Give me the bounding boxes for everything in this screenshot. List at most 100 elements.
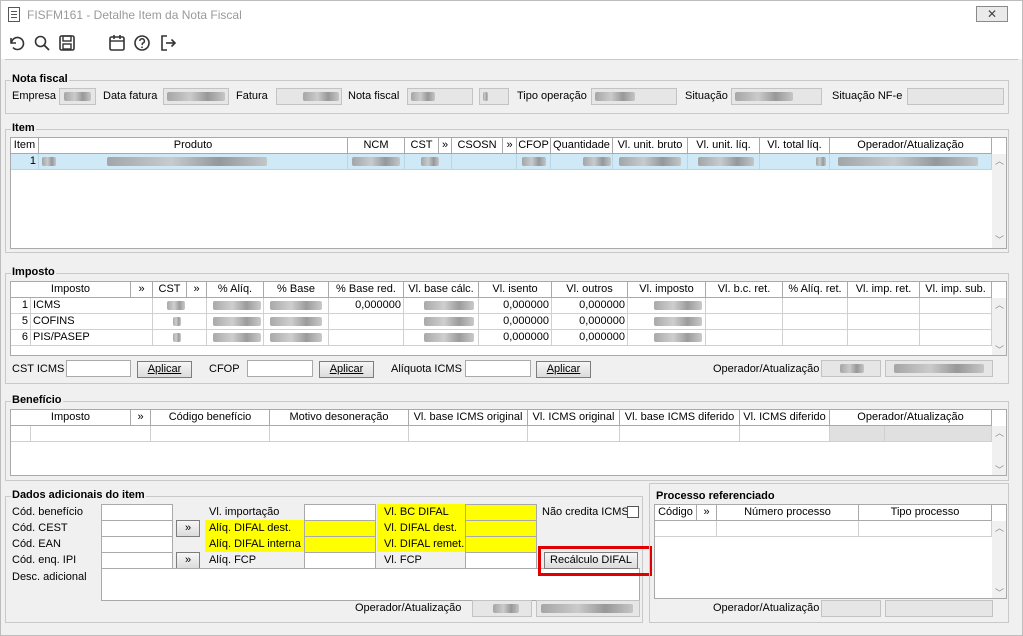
scroll-up-icon[interactable]: ︿ (995, 301, 1004, 310)
col-csosn-lookup[interactable]: » (503, 138, 517, 154)
aplicar-aliquota-button[interactable]: Aplicar (536, 361, 591, 378)
col-quantidade[interactable]: Quantidade (551, 138, 613, 154)
processo-scrollbar[interactable]: ︿ ﹀ (992, 521, 1006, 598)
col-codigo[interactable]: Código (655, 505, 697, 521)
cod-enq-ipi-lookup-button[interactable]: » (176, 552, 200, 569)
calendar-icon[interactable] (108, 34, 128, 54)
row-num: 5 (11, 314, 31, 330)
empresa-label: Empresa (12, 90, 57, 102)
col-imposto[interactable]: Imposto (11, 410, 131, 426)
col-tipo-processo[interactable]: Tipo processo (859, 505, 992, 521)
scroll-up-icon[interactable]: ︿ (995, 157, 1004, 166)
cod-enq-ipi-input[interactable] (101, 552, 173, 569)
row-cst (153, 314, 207, 330)
col-ncm[interactable]: NCM (348, 138, 405, 154)
cod-cest-input[interactable] (101, 520, 173, 537)
vl-difal-dest-input[interactable] (465, 520, 537, 537)
scroll-up-icon[interactable]: ︿ (995, 524, 1004, 533)
col-imposto[interactable]: Imposto (11, 282, 131, 298)
aplicar-cfop-button[interactable]: Aplicar (319, 361, 374, 378)
desc-adicional-label: Desc. adicional (12, 571, 87, 583)
col-vl-icms-original[interactable]: Vl. ICMS original (528, 410, 620, 426)
undo-icon[interactable] (7, 34, 27, 54)
aliq-difal-interna-input[interactable] (304, 536, 376, 553)
table-row[interactable] (655, 521, 992, 537)
data-fatura-field (163, 88, 229, 105)
search-icon[interactable] (33, 34, 53, 54)
col-vl-base-calc[interactable]: Vl. base cálc. (404, 282, 479, 298)
scroll-down-icon[interactable]: ﹀ (995, 466, 1004, 475)
help-icon[interactable] (133, 34, 153, 54)
imposto-scrollbar[interactable]: ︿ ﹀ (992, 298, 1006, 355)
col-operador[interactable]: Operador/Atualização (830, 410, 992, 426)
vl-importacao-input[interactable] (304, 504, 376, 521)
item-scrollbar[interactable]: ︿ ﹀ (992, 154, 1006, 248)
col-vl-unit-liq[interactable]: Vl. unit. líq. (688, 138, 760, 154)
vl-fcp-input[interactable] (465, 552, 537, 569)
col-vl-base-icms-diferido[interactable]: Vl. base ICMS diferido (620, 410, 740, 426)
row-selector (11, 426, 31, 442)
beneficio-scrollbar[interactable]: ︿ ﹀ (992, 426, 1006, 475)
col-motivo-desoneracao[interactable]: Motivo desoneração (270, 410, 409, 426)
scroll-down-icon[interactable]: ﹀ (995, 589, 1004, 598)
vl-difal-remet-input[interactable] (465, 536, 537, 553)
aliq-difal-dest-input[interactable] (304, 520, 376, 537)
col-csosn[interactable]: CSOSN (452, 138, 503, 154)
scroll-down-icon[interactable]: ﹀ (995, 346, 1004, 355)
col-vl-bc-ret[interactable]: Vl. b.c. ret. (706, 282, 783, 298)
table-row[interactable]: 6 PIS/PASEP 0,000000 0,000000 (11, 330, 992, 346)
col-vl-outros[interactable]: Vl. outros (552, 282, 628, 298)
aliquota-icms-label: Alíquota ICMS (391, 363, 462, 375)
col-vl-total-liq[interactable]: Vl. total líq. (760, 138, 830, 154)
col-vl-imp-sub[interactable]: Vl. imp. sub. (920, 282, 992, 298)
aliquota-icms-input[interactable] (465, 360, 531, 377)
col-imposto-lookup[interactable]: » (131, 282, 153, 298)
scroll-down-icon[interactable]: ﹀ (995, 236, 1004, 245)
cst-icms-input[interactable] (66, 360, 131, 377)
table-row[interactable] (11, 426, 992, 442)
col-aliq-ret[interactable]: % Alíq. ret. (783, 282, 848, 298)
aplicar-cst-label: Aplicar (147, 363, 182, 375)
aplicar-cst-button[interactable]: Aplicar (137, 361, 192, 378)
aliq-difal-dest-label: Alíq. DIFAL dest. (205, 520, 304, 536)
col-cst[interactable]: CST (153, 282, 187, 298)
col-base-red[interactable]: % Base red. (329, 282, 404, 298)
cod-beneficio-input[interactable] (101, 504, 173, 521)
col-numero-processo[interactable]: Número processo (717, 505, 859, 521)
col-cst-lookup[interactable]: » (187, 282, 207, 298)
table-row[interactable]: 1 (11, 154, 992, 170)
table-row[interactable]: 1 ICMS 0,000000 0,000000 0,000000 (11, 298, 992, 314)
nao-credita-icms-checkbox[interactable] (627, 506, 639, 518)
col-vl-isento[interactable]: Vl. isento (479, 282, 552, 298)
col-vl-imp-ret[interactable]: Vl. imp. ret. (848, 282, 920, 298)
aliq-fcp-input[interactable] (304, 552, 376, 569)
save-icon[interactable] (58, 34, 78, 54)
col-vl-base-icms-original[interactable]: Vl. base ICMS original (409, 410, 528, 426)
col-item[interactable]: Item (11, 138, 39, 154)
row-vl-total-liq (760, 154, 830, 170)
table-row[interactable]: 5 COFINS 0,000000 0,000000 (11, 314, 992, 330)
serie-field (479, 88, 509, 105)
col-codigo-beneficio[interactable]: Código benefício (151, 410, 270, 426)
close-button[interactable]: ✕ (976, 6, 1008, 22)
cfop-input[interactable] (247, 360, 313, 377)
col-produto[interactable]: Produto (39, 138, 348, 154)
col-imposto-lookup[interactable]: » (131, 410, 151, 426)
vl-bc-difal-input[interactable] (465, 504, 537, 521)
col-operador[interactable]: Operador/Atualização (830, 138, 992, 154)
col-vl-unit-bruto[interactable]: Vl. unit. bruto (613, 138, 688, 154)
scroll-up-icon[interactable]: ︿ (995, 429, 1004, 438)
col-cst[interactable]: CST (405, 138, 439, 154)
col-base[interactable]: % Base (264, 282, 329, 298)
col-cfop[interactable]: CFOP (517, 138, 551, 154)
col-cst-lookup[interactable]: » (439, 138, 452, 154)
col-aliq[interactable]: % Alíq. (207, 282, 264, 298)
col-codigo-lookup[interactable]: » (697, 505, 717, 521)
exit-icon[interactable] (159, 34, 179, 54)
cod-cest-lookup-button[interactable]: » (176, 520, 200, 537)
col-vl-imposto[interactable]: Vl. imposto (628, 282, 706, 298)
col-vl-icms-diferido[interactable]: Vl. ICMS diferido (740, 410, 830, 426)
cod-ean-input[interactable] (101, 536, 173, 553)
row-vl-base-calc (404, 314, 479, 330)
processo-atualizacao-field (885, 600, 993, 617)
